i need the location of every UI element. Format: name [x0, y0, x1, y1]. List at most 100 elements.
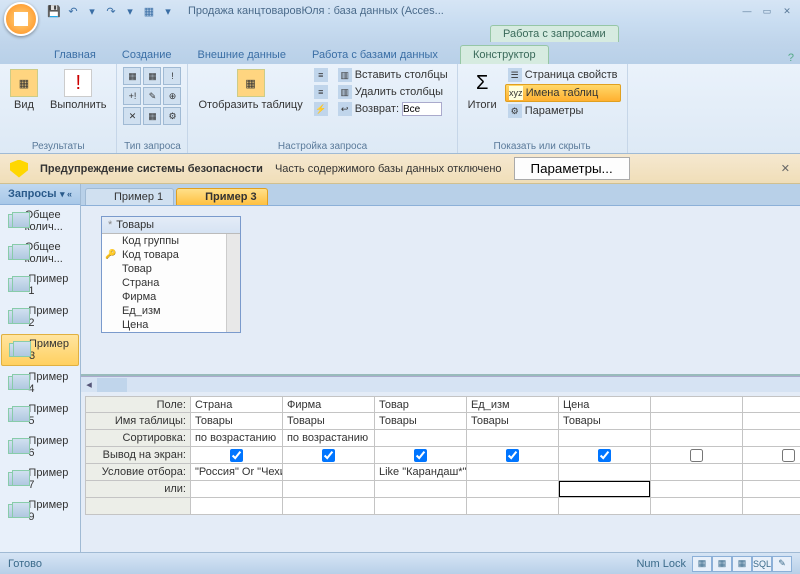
show-table-button[interactable]: ▦ Отобразить таблицу: [194, 67, 306, 113]
delete-icon[interactable]: ✕: [123, 107, 141, 125]
nav-item[interactable]: Пример 4: [0, 367, 80, 399]
grid-cell[interactable]: [283, 481, 375, 498]
insert-rows-button[interactable]: ≡: [311, 67, 331, 83]
pivotchart-view-button[interactable]: ▦: [732, 556, 752, 572]
grid-cell[interactable]: [651, 481, 743, 498]
nav-item[interactable]: Пример 6: [0, 431, 80, 463]
grid-cell[interactable]: [559, 430, 651, 447]
field-item[interactable]: Цена: [102, 318, 240, 332]
field-item[interactable]: Код товара: [102, 248, 240, 262]
grid-show-cell[interactable]: [467, 447, 559, 464]
grid-cell[interactable]: [467, 481, 559, 498]
grid-cell[interactable]: [559, 464, 651, 481]
make-table-icon[interactable]: !: [163, 67, 181, 85]
property-sheet-button[interactable]: ☰Страница свойств: [505, 67, 621, 83]
grid-cell[interactable]: [283, 464, 375, 481]
table-diagram-area[interactable]: *Товары Код группыКод товараТоварСтранаФ…: [81, 206, 800, 376]
passthrough-icon[interactable]: ▦: [143, 107, 161, 125]
select-query-icon[interactable]: ▦: [123, 67, 141, 85]
field-list-tovary[interactable]: *Товары Код группыКод товараТоварСтранаФ…: [101, 216, 241, 333]
grid-cell[interactable]: [375, 430, 467, 447]
nav-item[interactable]: Пример 7: [0, 463, 80, 495]
show-checkbox[interactable]: [414, 449, 427, 462]
tab-design[interactable]: Конструктор: [460, 45, 549, 64]
grid-cell[interactable]: [375, 498, 467, 515]
delete-rows-button[interactable]: ≡: [311, 84, 331, 100]
delete-columns-button[interactable]: ▥Удалить столбцы: [335, 84, 451, 100]
grid-cell[interactable]: Товары: [467, 413, 559, 430]
redo-icon[interactable]: ↷: [103, 3, 119, 19]
undo-icon[interactable]: ↶: [65, 3, 81, 19]
grid-cell[interactable]: [743, 413, 800, 430]
parameters-button[interactable]: ⚙Параметры: [505, 103, 621, 119]
grid-cell[interactable]: [743, 396, 800, 413]
grid-cell[interactable]: Товары: [191, 413, 283, 430]
grid-cell[interactable]: Страна: [191, 396, 283, 413]
grid-cell[interactable]: Товары: [283, 413, 375, 430]
grid-show-cell[interactable]: [743, 447, 800, 464]
update-icon[interactable]: ✎: [143, 87, 161, 105]
grid-cell[interactable]: [191, 481, 283, 498]
grid-show-cell[interactable]: [651, 447, 743, 464]
grid-cell[interactable]: [651, 413, 743, 430]
grid-cell[interactable]: [467, 464, 559, 481]
totals-button[interactable]: Σ Итоги: [464, 67, 501, 113]
grid-cell[interactable]: [651, 464, 743, 481]
help-icon[interactable]: ?: [782, 52, 800, 64]
security-close-button[interactable]: ✕: [781, 162, 790, 175]
grid-cell[interactable]: Фирма: [283, 396, 375, 413]
grid-cell[interactable]: Ед_изм: [467, 396, 559, 413]
field-list-header[interactable]: *Товары: [102, 217, 240, 234]
field-item[interactable]: Товар: [102, 262, 240, 276]
security-options-button[interactable]: Параметры...: [514, 157, 630, 180]
union-icon[interactable]: ⊕: [163, 87, 181, 105]
grid-cell[interactable]: [651, 498, 743, 515]
nav-item[interactable]: Пример 1: [0, 269, 80, 301]
append-icon[interactable]: +!: [123, 87, 141, 105]
grid-cell[interactable]: Товары: [559, 413, 651, 430]
field-item[interactable]: Страна: [102, 276, 240, 290]
design-view-button[interactable]: ✎: [772, 556, 792, 572]
doc-tab-example1[interactable]: Пример 1: [85, 188, 174, 205]
grid-cell[interactable]: [283, 498, 375, 515]
chevron-down-icon[interactable]: ▾ «: [60, 189, 72, 200]
nav-item[interactable]: Пример 2: [0, 301, 80, 333]
grid-cell[interactable]: по возрастанию: [283, 430, 375, 447]
dropdown-icon[interactable]: ▾: [160, 3, 176, 19]
nav-item[interactable]: Общее колич...: [0, 205, 80, 237]
grid-show-cell[interactable]: [283, 447, 375, 464]
grid-cell[interactable]: [651, 430, 743, 447]
return-input[interactable]: [402, 102, 442, 116]
show-checkbox[interactable]: [782, 449, 795, 462]
grid-cell[interactable]: Товар: [375, 396, 467, 413]
field-list-scrollbar[interactable]: [226, 234, 240, 332]
grid-cell[interactable]: Цена: [559, 396, 651, 413]
doc-tab-example3[interactable]: Пример 3: [176, 188, 268, 205]
restore-button[interactable]: ▭: [758, 4, 776, 18]
builder-button[interactable]: ⚡: [311, 101, 331, 117]
grid-cell[interactable]: [467, 498, 559, 515]
tab-external[interactable]: Внешние данные: [186, 46, 298, 64]
field-item[interactable]: Код группы: [102, 234, 240, 248]
scroll-left-icon[interactable]: ◂: [81, 378, 97, 392]
diagram-hscroll[interactable]: ◂: [81, 376, 800, 392]
grid-cell[interactable]: [467, 430, 559, 447]
table-names-button[interactable]: xyzИмена таблиц: [505, 84, 621, 102]
tab-home[interactable]: Главная: [42, 46, 108, 64]
grid-cell[interactable]: [743, 498, 800, 515]
show-checkbox[interactable]: [322, 449, 335, 462]
grid-show-cell[interactable]: [559, 447, 651, 464]
run-button[interactable]: ! Выполнить: [46, 67, 110, 113]
nav-header[interactable]: Запросы ▾ «: [0, 184, 80, 205]
grid-cell[interactable]: Like "Карандаш*": [375, 464, 467, 481]
grid-cell[interactable]: [375, 481, 467, 498]
show-checkbox[interactable]: [506, 449, 519, 462]
close-button[interactable]: ✕: [778, 4, 796, 18]
field-item[interactable]: Ед_изм: [102, 304, 240, 318]
dropdown-icon[interactable]: ▾: [122, 3, 138, 19]
datadef-icon[interactable]: ⚙: [163, 107, 181, 125]
nav-item[interactable]: Пример 3: [1, 334, 79, 366]
grid-cell[interactable]: [743, 464, 800, 481]
grid-cell[interactable]: [743, 481, 800, 498]
dropdown-icon[interactable]: ▾: [84, 3, 100, 19]
